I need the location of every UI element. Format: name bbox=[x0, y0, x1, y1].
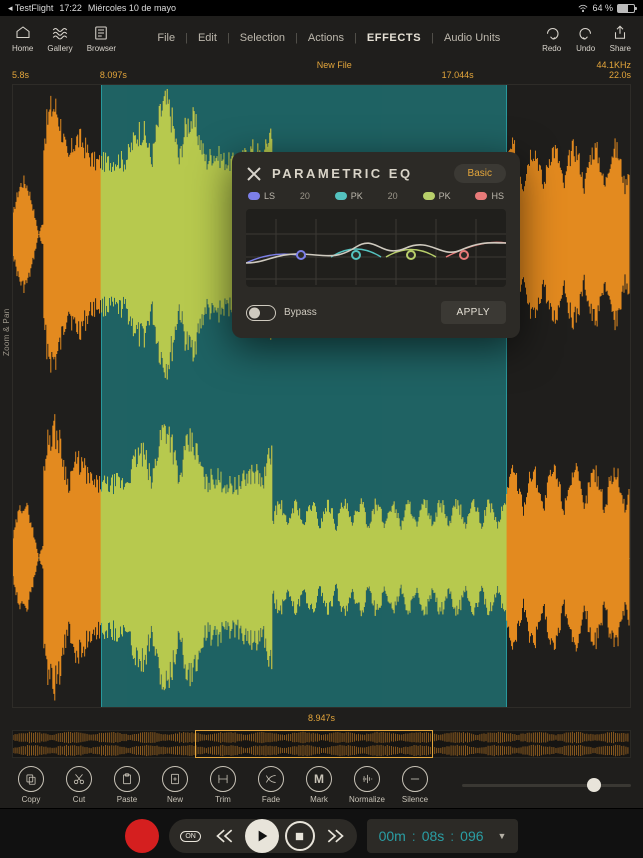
top-toolbar: Home Gallery Browser File| Edit| Selecti… bbox=[0, 16, 643, 60]
record-button[interactable] bbox=[125, 819, 159, 853]
paste-label: Paste bbox=[117, 795, 137, 804]
parametric-eq-dialog[interactable]: PARAMETRIC EQ Basic LS 20 PK 20 PK HS By… bbox=[232, 152, 520, 338]
undo-label: Undo bbox=[576, 44, 595, 53]
normalize-label: Normalize bbox=[349, 795, 385, 804]
play-button[interactable] bbox=[245, 819, 279, 853]
zoom-pan-label: Zoom & Pan bbox=[2, 309, 11, 356]
undo-icon bbox=[576, 24, 596, 42]
browser-label: Browser bbox=[87, 44, 116, 53]
loop-toggle[interactable]: ON bbox=[177, 822, 205, 850]
basic-toggle[interactable]: Basic bbox=[454, 164, 506, 183]
browser-button[interactable]: Browser bbox=[87, 24, 116, 53]
status-date: Miércoles 10 de mayo bbox=[88, 3, 176, 13]
cut-label: Cut bbox=[73, 795, 85, 804]
time-millis: 096 bbox=[460, 828, 483, 844]
bypass-toggle[interactable]: Bypass bbox=[246, 305, 317, 321]
share-label: Share bbox=[610, 44, 631, 53]
browser-icon bbox=[91, 24, 111, 42]
ruler-tick: 8.097s bbox=[100, 70, 127, 80]
eq-band-tabs: LS 20 PK 20 PK HS bbox=[248, 191, 504, 201]
menu-actions[interactable]: Actions bbox=[304, 30, 348, 46]
time-dropdown-icon[interactable]: ▼ bbox=[498, 831, 507, 841]
band-hs[interactable]: HS bbox=[475, 191, 504, 201]
battery-pct: 64 % bbox=[592, 3, 613, 13]
menu-file[interactable]: File bbox=[153, 30, 179, 46]
forward-button[interactable] bbox=[321, 822, 349, 850]
samplerate-label: 44.1KHz bbox=[596, 60, 631, 70]
ruler-tick: 22.0s bbox=[609, 70, 631, 80]
bypass-label: Bypass bbox=[284, 307, 317, 318]
home-icon bbox=[13, 24, 33, 42]
stop-button[interactable] bbox=[285, 821, 315, 851]
transport-controls: ON bbox=[169, 819, 357, 853]
dialog-title: PARAMETRIC EQ bbox=[272, 166, 413, 181]
rewind-button[interactable] bbox=[211, 822, 239, 850]
copy-label: Copy bbox=[22, 795, 41, 804]
mark-button[interactable]: MMark bbox=[300, 766, 338, 804]
status-time: 17:22 bbox=[59, 3, 82, 13]
silence-button[interactable]: Silence bbox=[396, 766, 434, 804]
redo-icon bbox=[542, 24, 562, 42]
band-pk2[interactable]: PK bbox=[423, 191, 451, 201]
selection-duration: 8.947s bbox=[13, 713, 630, 723]
wifi-icon bbox=[578, 4, 588, 12]
paste-button[interactable]: Paste bbox=[108, 766, 146, 804]
home-label: Home bbox=[12, 44, 33, 53]
fade-button[interactable]: Fade bbox=[252, 766, 290, 804]
zoom-slider[interactable] bbox=[462, 784, 631, 787]
time-seconds: 08s bbox=[422, 828, 445, 844]
band-gain-1: 20 bbox=[300, 191, 310, 201]
apply-button[interactable]: APPLY bbox=[441, 301, 507, 324]
overview-minimap[interactable] bbox=[12, 730, 631, 758]
gallery-icon bbox=[50, 24, 70, 42]
filename-label: New File bbox=[72, 60, 596, 70]
battery-icon bbox=[617, 4, 635, 13]
ipad-status-bar: ◂ TestFlight 17:22 Miércoles 10 de mayo … bbox=[0, 0, 643, 16]
menu-selection[interactable]: Selection bbox=[236, 30, 289, 46]
redo-label: Redo bbox=[542, 44, 561, 53]
menu-effects[interactable]: EFFECTS bbox=[363, 30, 425, 46]
slider-knob[interactable] bbox=[587, 778, 601, 792]
band-gain-2: 20 bbox=[388, 191, 398, 201]
trim-label: Trim bbox=[215, 795, 231, 804]
new-button[interactable]: New bbox=[156, 766, 194, 804]
menu-audio-units[interactable]: Audio Units bbox=[440, 30, 504, 46]
home-button[interactable]: Home bbox=[12, 24, 33, 53]
redo-button[interactable]: Redo bbox=[542, 24, 562, 53]
track-2 bbox=[13, 408, 630, 707]
undo-button[interactable]: Undo bbox=[576, 24, 596, 53]
share-icon bbox=[610, 24, 630, 42]
ruler-tick: 5.8s bbox=[12, 70, 29, 80]
toggle-switch[interactable] bbox=[246, 305, 276, 321]
selection-label: Selection bbox=[0, 661, 2, 697]
eq-curve-canvas[interactable] bbox=[246, 209, 506, 287]
edit-actions-bar: Copy Cut Paste New Trim Fade MMark Norma… bbox=[0, 758, 643, 808]
minimap-viewport[interactable] bbox=[195, 730, 433, 758]
fade-label: Fade bbox=[262, 795, 280, 804]
new-label: New bbox=[167, 795, 183, 804]
trim-button[interactable]: Trim bbox=[204, 766, 242, 804]
time-minutes: 00m bbox=[379, 828, 406, 844]
time-ruler[interactable]: 5.8s 8.097s 17.044s 22.0s bbox=[12, 70, 631, 84]
gallery-label: Gallery bbox=[47, 44, 72, 53]
menu-bar: File| Edit| Selection| Actions| EFFECTS|… bbox=[153, 30, 504, 46]
menu-edit[interactable]: Edit bbox=[194, 30, 221, 46]
band-pk1[interactable]: PK bbox=[335, 191, 363, 201]
ruler-tick: 17.044s bbox=[442, 70, 474, 80]
waveform-2 bbox=[13, 408, 630, 707]
transport-bar: ON 00m : 08s : 096 ▼ bbox=[0, 808, 643, 858]
share-button[interactable]: Share bbox=[610, 24, 631, 53]
close-icon[interactable] bbox=[246, 166, 262, 182]
copy-button[interactable]: Copy bbox=[12, 766, 50, 804]
loop-on-label: ON bbox=[180, 831, 201, 842]
file-meta-line: New File 44.1KHz bbox=[0, 60, 643, 70]
time-display[interactable]: 00m : 08s : 096 ▼ bbox=[367, 819, 519, 853]
normalize-button[interactable]: Normalize bbox=[348, 766, 386, 804]
silence-label: Silence bbox=[402, 795, 428, 804]
band-ls[interactable]: LS bbox=[248, 191, 275, 201]
status-back-app: ◂ TestFlight bbox=[8, 3, 53, 14]
mark-label: Mark bbox=[310, 795, 328, 804]
gallery-button[interactable]: Gallery bbox=[47, 24, 72, 53]
cut-button[interactable]: Cut bbox=[60, 766, 98, 804]
